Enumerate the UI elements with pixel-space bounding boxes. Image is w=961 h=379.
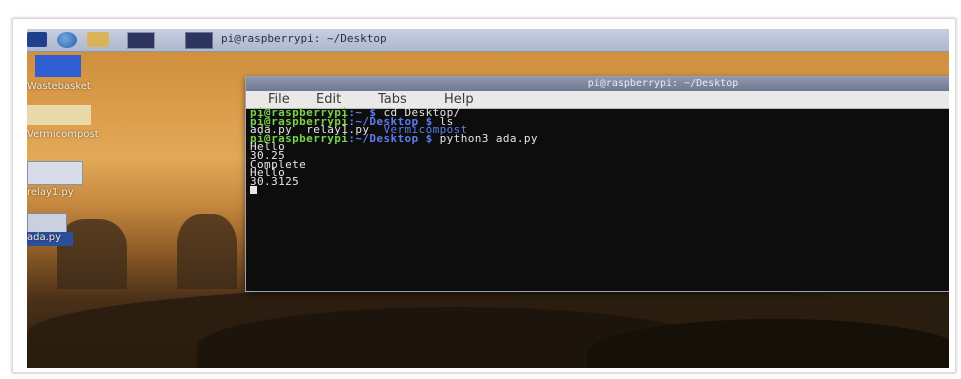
wastebasket-icon[interactable] [35,55,81,77]
output-line: 30.25 [250,148,286,162]
python-file-icon[interactable] [27,213,67,233]
output-line: 30.3125 [250,174,300,188]
text-cursor [250,186,257,195]
prompt-path: ~/Desktop [355,131,419,145]
file-manager-icon[interactable] [87,32,109,47]
desktop-icon-label[interactable]: relay1.py [27,187,74,198]
desktop: pi@raspberrypi: ~/Desktop Wastebasket Ve… [27,29,949,368]
terminal-window[interactable]: pi@raspberrypi: ~/Desktop File Edit Tabs… [245,76,949,292]
terminal-icon [185,32,213,49]
terminal-cursor-line [250,186,946,195]
taskbar: pi@raspberrypi: ~/Desktop [27,29,949,52]
output-line: Complete [250,157,307,171]
raspberry-menu-icon[interactable] [27,32,47,47]
web-browser-icon[interactable] [57,32,77,48]
wallpaper-pagoda [57,219,127,289]
terminal-icon[interactable] [127,32,155,49]
taskbar-task-terminal[interactable]: pi@raspberrypi: ~/Desktop [185,31,475,49]
terminal-output[interactable]: pi@raspberrypi:~ $ cd Desktop/ pi@raspbe… [250,107,946,287]
folder-icon[interactable] [27,105,91,125]
terminal-line: pi@raspberrypi:~/Desktop $ python3 ada.p… [250,131,538,145]
command-text: python3 ada.py [439,131,538,145]
output-line: Hello [250,166,286,180]
window-titlebar[interactable]: pi@raspberrypi: ~/Desktop [246,77,949,91]
desktop-icon-label[interactable]: Vermicompost [27,129,99,140]
desktop-icon-label[interactable]: ada.py [27,232,61,243]
taskbar-task-label: pi@raspberrypi: ~/Desktop [221,32,387,45]
window-title: pi@raspberrypi: ~/Desktop [587,78,739,89]
wallpaper-pagoda [177,214,237,289]
python-file-icon[interactable] [27,161,83,185]
desktop-icon-label[interactable]: Wastebasket [27,81,91,92]
screenshot-frame: pi@raspberrypi: ~/Desktop Wastebasket Ve… [12,18,956,373]
